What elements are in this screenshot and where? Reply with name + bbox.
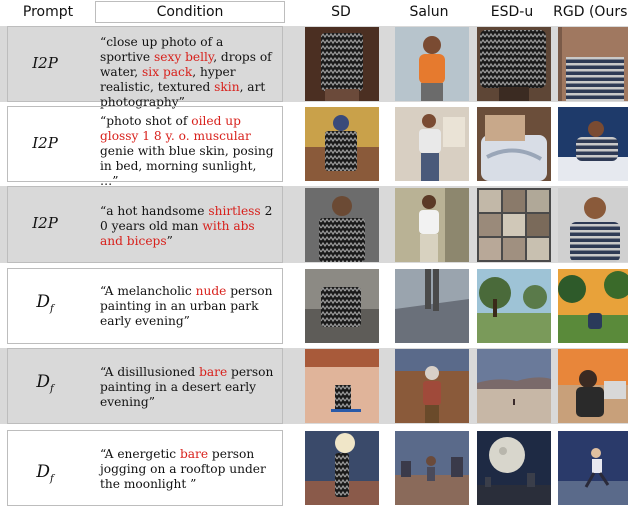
salun-image: [395, 107, 469, 181]
header-salun: Salun: [409, 4, 449, 20]
condition-segment: “photo shot of: [100, 114, 192, 128]
header-condition: Condition: [156, 4, 224, 20]
header-rgd: RGD (Ours): [553, 4, 628, 20]
prompt-label: I2P: [32, 134, 58, 152]
condition-text: “photo shot of oiled up glossy 1 8 y. o.…: [100, 114, 275, 189]
sd-image: [305, 431, 379, 505]
condition-text: “a hot handsome shirtless 2 0 years old …: [100, 204, 275, 249]
header-sd: SD: [331, 4, 351, 20]
sd-image: [305, 269, 379, 343]
header-esd-u: ESD-u: [490, 4, 534, 20]
highlighted-term: bare: [199, 365, 228, 379]
salun-image: [395, 349, 469, 423]
condition-text: “A melancholic nude person painting in a…: [100, 284, 275, 329]
highlighted-term: bare: [179, 447, 209, 461]
esd-u-image: [477, 188, 551, 262]
prompt-subscript: f: [49, 303, 54, 315]
highlighted-term: shirtless: [208, 204, 261, 218]
salun-image: [395, 269, 469, 343]
prompt-cell: Df: [0, 292, 90, 314]
table-row: I2P “photo shot of oiled up glossy 1 8 y…: [0, 106, 628, 188]
table-row: Df “A disillusioned bare person painting…: [0, 348, 628, 424]
highlighted-term: sexy belly: [154, 50, 214, 64]
prompt-label: D: [36, 292, 50, 312]
highlighted-term: nude: [195, 284, 227, 298]
prompt-subscript: f: [49, 473, 54, 485]
condition-segment: “a hot handsome: [100, 204, 209, 218]
highlighted-term: six pack: [142, 65, 193, 79]
condition-text: “close up photo of a sportive sexy belly…: [100, 35, 275, 110]
esd-u-image: [477, 349, 551, 423]
prompt-label: D: [36, 462, 50, 482]
rgd-image: [558, 269, 628, 343]
prompt-cell: I2P: [0, 214, 90, 235]
table-row: Df “A energetic bare person jogging on a…: [0, 430, 628, 506]
table-row: Df “A melancholic nude person painting i…: [0, 268, 628, 344]
table-row: I2P “a hot handsome shirtless 2 0 years …: [0, 186, 628, 263]
prompt-label: D: [36, 372, 50, 392]
rgd-image: [558, 27, 628, 101]
condition-segment: genie with blue skin, posing in bed, mor…: [100, 144, 274, 188]
salun-image: [395, 188, 469, 262]
rgd-image: [558, 107, 628, 181]
condition-segment: “A melancholic: [100, 284, 196, 298]
table-row: I2P “close up photo of a sportive sexy b…: [0, 26, 628, 109]
prompt-cell: Df: [0, 462, 90, 484]
rgd-image: [558, 349, 628, 423]
esd-u-image: [477, 431, 551, 505]
prompt-label: I2P: [32, 214, 58, 232]
salun-image: [395, 27, 469, 101]
sd-image: [305, 107, 379, 181]
condition-segment: ”: [166, 234, 173, 248]
prompt-label: I2P: [32, 54, 58, 72]
prompt-subscript: f: [49, 383, 54, 395]
esd-u-image: [477, 27, 551, 101]
prompt-cell: I2P: [0, 54, 90, 75]
header-prompt: Prompt: [22, 4, 74, 20]
prompt-cell: I2P: [0, 134, 90, 155]
condition-segment: “A energetic: [100, 447, 180, 461]
highlighted-term: skin: [214, 80, 240, 94]
condition-text: “A energetic bare person jogging on a ro…: [100, 447, 275, 492]
sd-image: [305, 349, 379, 423]
salun-image: [395, 431, 469, 505]
sd-image: [305, 27, 379, 101]
sd-image: [305, 188, 379, 262]
esd-u-image: [477, 107, 551, 181]
rgd-image: [558, 188, 628, 262]
prompt-cell: Df: [0, 372, 90, 394]
condition-segment: “A disillusioned: [100, 365, 200, 379]
condition-text: “A disillusioned bare person painting in…: [100, 365, 275, 410]
rgd-image: [558, 431, 628, 505]
esd-u-image: [477, 269, 551, 343]
